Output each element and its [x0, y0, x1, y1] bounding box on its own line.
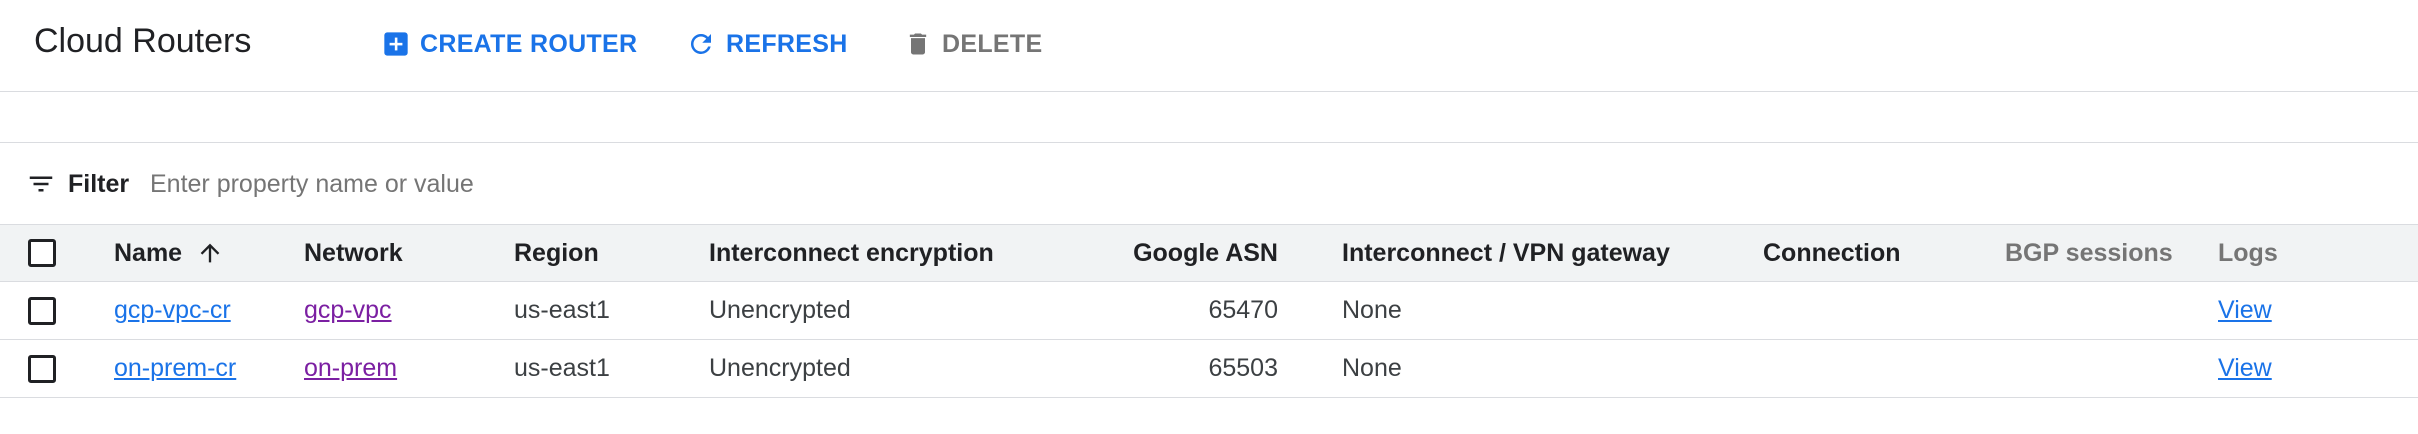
network-link[interactable]: gcp-vpc: [304, 296, 392, 325]
network-cell: gcp-vpc: [304, 282, 392, 339]
column-header-name-label: Name: [114, 238, 183, 267]
column-header-region[interactable]: Region: [514, 225, 599, 281]
router-name-cell: on-prem-cr: [114, 340, 236, 397]
column-header-asn[interactable]: Google ASN: [1060, 225, 1278, 281]
encryption-cell: Unencrypted: [709, 296, 851, 324]
trash-icon: [909, 33, 927, 55]
table-row: on-prem-cr on-prem us-east1 Unencrypted …: [0, 340, 2418, 398]
column-header-encryption[interactable]: Interconnect encryption: [709, 225, 994, 281]
column-header-gateway[interactable]: Interconnect / VPN gateway: [1342, 225, 1670, 281]
page-title: Cloud Routers: [34, 22, 252, 60]
network-link[interactable]: on-prem: [304, 354, 397, 383]
filter-button[interactable]: Filter: [26, 166, 129, 202]
column-header-logs: Logs: [2218, 238, 2278, 267]
row-checkbox[interactable]: [28, 354, 56, 383]
column-header-bgp-sessions: BGP sessions: [2005, 238, 2173, 267]
add-box-icon: [384, 32, 408, 56]
arrow-up-icon: [200, 243, 220, 263]
create-router-button[interactable]: CREATE ROUTER: [382, 26, 637, 62]
select-all-cell: [28, 225, 56, 281]
row-select-cell: [28, 282, 56, 339]
filter-list-icon: [29, 176, 53, 192]
page-header: Cloud Routers CREATE ROUTER REFRESH DELE…: [0, 0, 2418, 92]
view-logs-link[interactable]: View: [2218, 296, 2272, 325]
select-all-checkbox[interactable]: [28, 239, 56, 267]
column-header-name[interactable]: Name: [114, 225, 224, 281]
column-header-network[interactable]: Network: [304, 225, 403, 281]
refresh-label: REFRESH: [726, 29, 848, 58]
create-router-label: CREATE ROUTER: [420, 29, 638, 58]
delete-label: DELETE: [942, 29, 1043, 58]
filter-label: Filter: [68, 169, 130, 198]
table-header-row: Name Network Region Interconnect encrypt…: [0, 224, 2418, 282]
refresh-icon: [690, 33, 711, 54]
filter-bar: Filter: [0, 144, 2418, 224]
asn-cell: 65470: [1208, 296, 1278, 324]
region-cell: us-east1: [514, 354, 610, 382]
filter-input[interactable]: [150, 162, 1050, 206]
column-header-connection[interactable]: Connection: [1763, 225, 1901, 281]
view-logs-link[interactable]: View: [2218, 354, 2272, 383]
delete-button[interactable]: DELETE: [904, 26, 1042, 62]
router-name-link[interactable]: on-prem-cr: [114, 354, 236, 383]
logs-cell: View: [2218, 340, 2272, 397]
refresh-button[interactable]: REFRESH: [686, 26, 848, 62]
gateway-cell: None: [1342, 296, 1402, 324]
encryption-cell: Unencrypted: [709, 354, 851, 382]
row-checkbox[interactable]: [28, 296, 56, 325]
routers-table: Name Network Region Interconnect encrypt…: [0, 224, 2418, 398]
network-cell: on-prem: [304, 340, 397, 397]
gateway-cell: None: [1342, 354, 1402, 382]
table-row: gcp-vpc-cr gcp-vpc us-east1 Unencrypted …: [0, 282, 2418, 340]
logs-cell: View: [2218, 282, 2272, 339]
asn-cell: 65503: [1208, 354, 1278, 382]
toolbar-spacer: [0, 93, 2418, 143]
router-name-link[interactable]: gcp-vpc-cr: [114, 296, 231, 325]
row-select-cell: [28, 340, 56, 397]
region-cell: us-east1: [514, 296, 610, 324]
router-name-cell: gcp-vpc-cr: [114, 282, 231, 339]
